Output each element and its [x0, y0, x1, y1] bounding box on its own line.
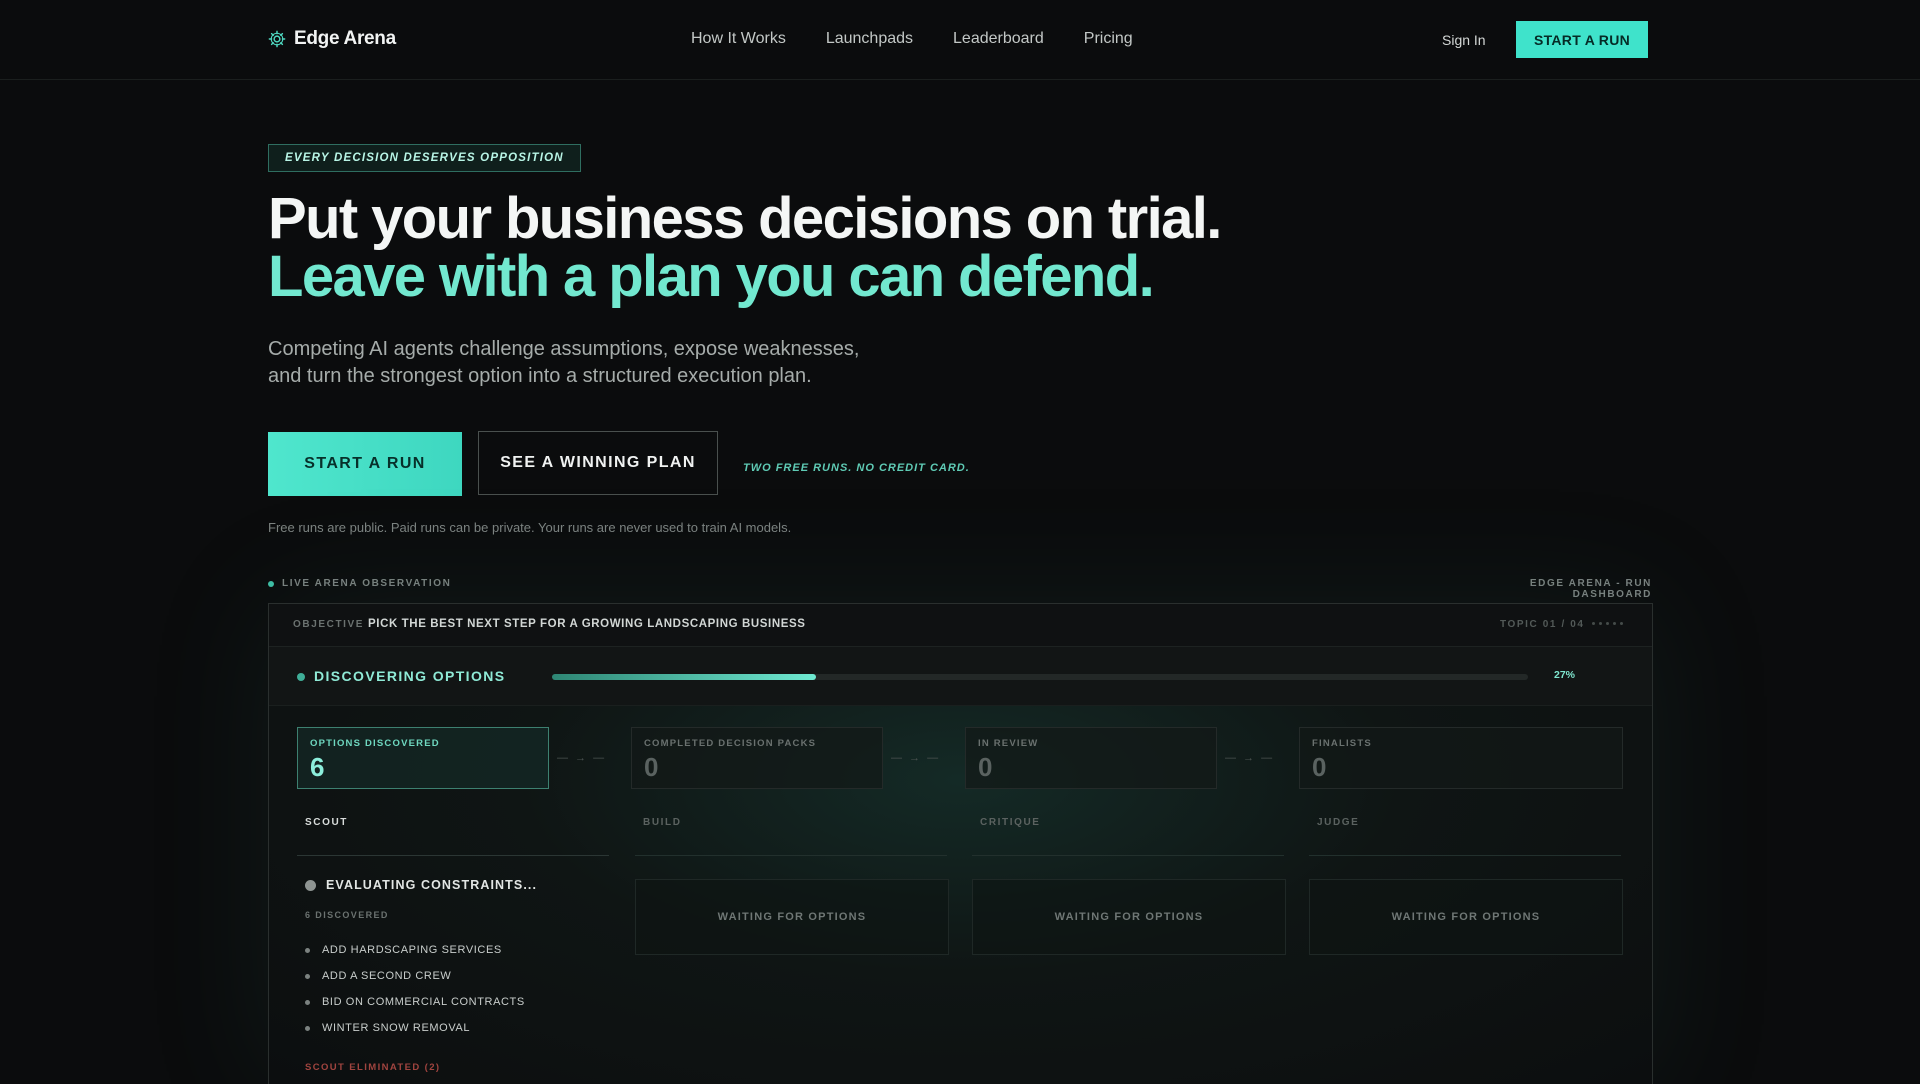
metric-label: IN REVIEW — [978, 738, 1039, 749]
hero-subtitle-line-1: Competing AI agents challenge assumption… — [268, 338, 860, 360]
stage-judge: JUDGE — [1317, 817, 1360, 828]
objective-text: PICK THE BEST NEXT STEP FOR A GROWING LA… — [368, 618, 806, 630]
option-label: WINTER SNOW REMOVAL — [322, 1022, 471, 1034]
bullet-icon — [305, 973, 310, 979]
evaluating-status-icon — [305, 880, 316, 891]
metric-value: 0 — [1312, 752, 1327, 782]
sign-in-link[interactable]: Sign In — [1442, 32, 1486, 48]
dashboard-title: EDGE ARENA - RUN DASHBOARD — [1529, 578, 1652, 600]
metric-completed-packs: COMPLETED DECISION PACKS 0 — [631, 727, 883, 789]
gear-logo-icon — [268, 30, 286, 48]
stage-divider — [297, 855, 609, 856]
stage-divider — [972, 855, 1284, 856]
stage-divider — [1309, 855, 1621, 856]
critique-waiting-box: WAITING FOR OPTIONS — [972, 879, 1286, 955]
nav-links: How It Works Launchpads Leaderboard Pric… — [691, 30, 1133, 48]
live-observation-text: LIVE ARENA OBSERVATION — [282, 578, 452, 589]
live-observation-label: LIVE ARENA OBSERVATION — [268, 578, 451, 589]
nav-link-launchpads[interactable]: Launchpads — [826, 30, 913, 48]
live-dot-icon — [268, 580, 274, 587]
status-dot-icon — [297, 673, 305, 681]
status-row: DISCOVERING OPTIONS 27% — [269, 647, 1652, 706]
bullet-icon — [305, 947, 310, 953]
list-item: ADD HARDSCAPING SERVICES — [305, 944, 502, 956]
hero-subtitle-line-2: and turn the strongest option into a str… — [268, 365, 812, 387]
arrow-icon: — → — — [1225, 752, 1275, 764]
metric-options-discovered: OPTIONS DISCOVERED 6 — [297, 727, 549, 789]
hero-headline-accent: Leave with a plan you can defend. — [268, 244, 1155, 309]
status-label: DISCOVERING OPTIONS — [314, 668, 506, 684]
top-nav: Edge Arena How It Works Launchpads Leade… — [0, 0, 1920, 80]
nav-link-leaderboard[interactable]: Leaderboard — [953, 30, 1044, 48]
list-item: WINTER SNOW REMOVAL — [305, 1022, 470, 1034]
arrow-icon: — → — — [891, 752, 941, 764]
metric-label: OPTIONS DISCOVERED — [310, 738, 440, 749]
topic-dots-icon — [1592, 622, 1623, 625]
objective-label: OBJECTIVE — [293, 619, 365, 630]
free-runs-note: TWO FREE RUNS. NO CREDIT CARD. — [743, 462, 970, 474]
list-item: ADD A SECOND CREW — [305, 970, 451, 982]
progress-bar — [552, 674, 1528, 680]
stage-build: BUILD — [643, 817, 682, 828]
see-winning-plan-button[interactable]: SEE A WINNING PLAN — [478, 431, 718, 495]
metric-label: FINALISTS — [1312, 738, 1372, 749]
evaluating-status-text: EVALUATING CONSTRAINTS... — [326, 878, 538, 892]
scout-eliminated-label: SCOUT ELIMINATED (2) — [305, 1062, 441, 1073]
metric-in-review: IN REVIEW 0 — [965, 727, 1217, 789]
option-label: BID ON COMMERCIAL CONTRACTS — [322, 996, 525, 1008]
stage-divider — [635, 855, 947, 856]
metric-label: COMPLETED DECISION PACKS — [644, 738, 817, 749]
stage-critique: CRITIQUE — [980, 817, 1041, 828]
topic-counter: TOPIC 01 / 04 — [1500, 619, 1585, 630]
progress-fill — [552, 674, 816, 680]
build-waiting-box: WAITING FOR OPTIONS — [635, 879, 949, 955]
metric-value: 0 — [978, 752, 993, 782]
arrow-icon: — → — — [557, 752, 607, 764]
discovered-count: 6 DISCOVERED — [305, 910, 389, 920]
run-dashboard: OBJECTIVE PICK THE BEST NEXT STEP FOR A … — [268, 603, 1653, 1084]
nav-start-run-button[interactable]: START A RUN — [1516, 21, 1648, 58]
brand-name: Edge Arena — [294, 28, 396, 49]
metric-finalists: FINALISTS 0 — [1299, 727, 1623, 789]
hero-tag: EVERY DECISION DESERVES OPPOSITION — [268, 144, 581, 172]
hero-subtitle: Competing AI agents challenge assumption… — [268, 336, 968, 390]
bullet-icon — [305, 1025, 310, 1031]
stage-scout: SCOUT — [305, 817, 348, 828]
nav-link-how-it-works[interactable]: How It Works — [691, 30, 786, 48]
judge-waiting-box: WAITING FOR OPTIONS — [1309, 879, 1623, 955]
objective-row: OBJECTIVE PICK THE BEST NEXT STEP FOR A … — [269, 604, 1652, 647]
option-label: ADD A SECOND CREW — [322, 970, 452, 982]
brand-logo[interactable]: Edge Arena — [268, 28, 396, 50]
nav-link-pricing[interactable]: Pricing — [1084, 30, 1133, 48]
privacy-note: Free runs are public. Paid runs can be p… — [268, 520, 792, 535]
metric-value: 0 — [644, 752, 659, 782]
metric-value: 6 — [310, 752, 325, 782]
hero-start-run-button[interactable]: START A RUN — [268, 432, 462, 496]
option-label: ADD HARDSCAPING SERVICES — [322, 944, 502, 956]
hero-headline: Put your business decisions on trial. — [268, 186, 1222, 251]
progress-percent: 27% — [1554, 669, 1576, 681]
list-item: BID ON COMMERCIAL CONTRACTS — [305, 996, 525, 1008]
bullet-icon — [305, 999, 310, 1005]
